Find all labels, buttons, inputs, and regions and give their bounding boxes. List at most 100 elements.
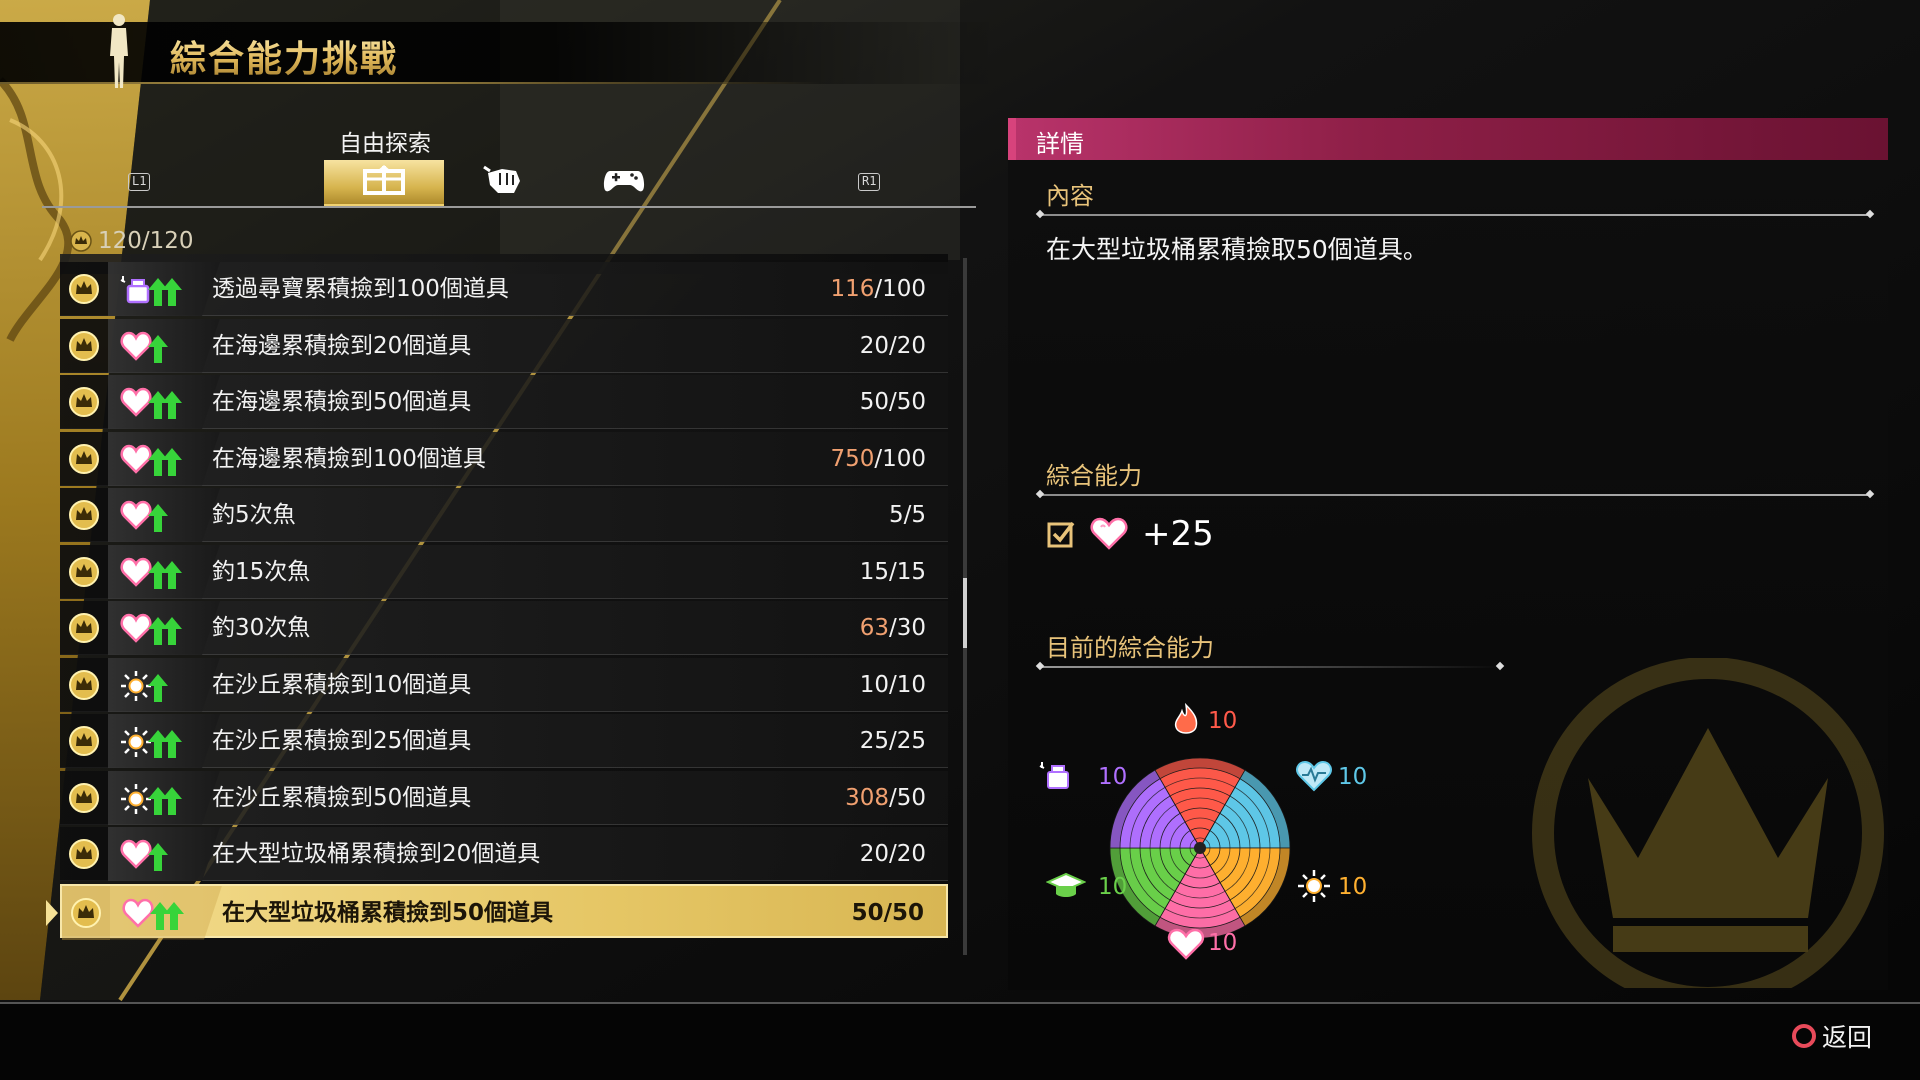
progress-current: 750 (830, 445, 875, 472)
challenge-row[interactable]: 釣30次魚 63/30 (60, 601, 948, 655)
challenge-row[interactable]: 在海邊累積撿到20個道具 20/20 (60, 318, 948, 373)
tab-minigame[interactable] (564, 160, 684, 206)
challenge-row[interactable]: 釣5次魚 5/5 (60, 488, 948, 542)
crown-badge (60, 375, 108, 429)
scrollbar-thumb[interactable] (963, 578, 967, 648)
charm-value: 10 (1098, 764, 1128, 790)
progress-separator: / (888, 784, 897, 811)
crown-badge (60, 262, 108, 316)
style-icon (121, 670, 168, 702)
crown-badge (60, 318, 108, 373)
kindness-value: 10 (1208, 930, 1238, 956)
challenge-label: 在沙丘累積撿到50個道具 (212, 784, 472, 811)
detail-panel-title: 詳情 (1036, 130, 1084, 158)
back-button[interactable]: 返回 (1791, 1018, 1872, 1054)
progress-target: 25 (896, 728, 926, 754)
l1-key-hint[interactable]: L1 (128, 173, 151, 191)
progress-current: 10 (859, 671, 889, 698)
challenge-progress: 308/50 (845, 771, 926, 825)
crown-icon (69, 726, 99, 756)
list-scrollbar[interactable] (963, 258, 967, 955)
challenge-label: 透過尋寶累積撿到100個道具 (212, 276, 509, 302)
passion-flame-icon (1174, 703, 1198, 734)
challenge-row[interactable]: 在沙丘累積撿到10個道具 10/10 (60, 657, 948, 712)
crown-badge (60, 657, 108, 712)
intelligence-cap-icon (1046, 872, 1086, 897)
challenge-row[interactable]: 在海邊累積撿到100個道具 750/100 (60, 431, 948, 486)
confidence-heart-icon (1296, 760, 1332, 792)
header-band (0, 22, 1000, 84)
gamepad-icon (602, 165, 646, 202)
challenge-row[interactable]: 在大型垃圾桶累積撿到50個道具 50/50 (46, 883, 948, 940)
challenge-progress: 20/20 (860, 827, 926, 881)
style-icon (121, 783, 182, 815)
collect-icon (359, 163, 409, 204)
progress-separator: / (874, 445, 883, 472)
progress-current: 308 (845, 784, 889, 811)
kindness-icon (120, 331, 168, 363)
kindness-icon (120, 613, 182, 645)
circle-button-icon (1791, 1024, 1816, 1048)
challenge-label: 在海邊累積撿到100個道具 (212, 445, 486, 472)
progress-current: 116 (830, 276, 875, 302)
crown-icon (69, 443, 99, 474)
tab-caption: 自由探索 (339, 131, 431, 157)
content-section-rule (1040, 214, 1870, 216)
kindness-icon (120, 557, 182, 589)
challenge-progress: 50/50 (852, 886, 924, 940)
challenge-progress: 63/30 (860, 601, 926, 655)
progress-separator: / (888, 558, 897, 585)
kindness-icon (120, 444, 182, 476)
progress-current: 20 (859, 332, 889, 359)
challenge-progress: 116/100 (830, 262, 926, 316)
crown-icon (69, 556, 99, 587)
crown-icon (69, 330, 99, 361)
crown-badge (62, 885, 110, 940)
challenge-progress: 15/15 (860, 545, 926, 599)
challenge-row[interactable]: 在沙丘累積撿到25個道具 25/25 (60, 714, 948, 768)
kindness-icon (120, 387, 182, 419)
progress-target: 20 (896, 332, 926, 359)
progress-current: 15 (859, 558, 889, 585)
crown-icon (69, 669, 99, 700)
progress-current: 5 (888, 502, 904, 528)
progress-target: 100 (882, 445, 926, 472)
tab-fight[interactable] (444, 160, 564, 206)
detail-panel-header: 詳情 (1008, 118, 1888, 160)
challenge-row[interactable]: 在大型垃圾桶累積撿到20個道具 20/20 (60, 827, 948, 881)
challenge-row[interactable]: 在海邊累積撿到50個道具 50/50 (60, 375, 948, 429)
r1-key-hint[interactable]: R1 (858, 173, 881, 191)
progress-target: 15 (896, 558, 926, 585)
crown-badge (60, 714, 108, 768)
progress-target: 10 (896, 671, 926, 698)
challenge-row[interactable]: 透過尋寶累積撿到100個道具 116/100 (60, 262, 948, 316)
tab-collect[interactable] (324, 160, 444, 208)
kindness-heart-icon (1090, 517, 1128, 550)
current-ability-section-rule (1040, 666, 1500, 668)
fist-icon (482, 163, 526, 204)
crown-watermark-icon (1532, 658, 1884, 988)
crown-badge (60, 431, 108, 486)
selection-cursor-icon (46, 899, 58, 926)
ability-section-title: 綜合能力 (1046, 462, 1142, 490)
progress-target: 30 (896, 615, 926, 641)
crown-badge (60, 770, 108, 825)
challenge-row[interactable]: 釣15次魚 15/15 (60, 544, 948, 599)
current-ability-section-title: 目前的綜合能力 (1046, 634, 1214, 662)
completion-count: 120/120 (70, 228, 194, 254)
progress-current: 50 (851, 899, 884, 926)
style-value: 10 (1338, 874, 1368, 900)
ability-reward: +25 (1046, 512, 1214, 556)
challenge-row[interactable]: 在沙丘累積撿到50個道具 308/50 (60, 770, 948, 825)
progress-current: 25 (859, 728, 889, 754)
challenge-label: 在大型垃圾桶累積撿到20個道具 (212, 841, 541, 867)
tab-bar: L1 R1 (42, 160, 976, 208)
progress-target: 50 (891, 899, 924, 926)
crown-icon (69, 782, 99, 813)
challenge-label: 在大型垃圾桶累積撿到50個道具 (222, 899, 554, 926)
content-section-title: 內容 (1046, 182, 1094, 210)
crown-icon (71, 897, 101, 928)
progress-target: 50 (896, 784, 926, 811)
completion-count-text: 120/120 (98, 228, 194, 254)
challenge-label: 在沙丘累積撿到10個道具 (212, 671, 472, 698)
